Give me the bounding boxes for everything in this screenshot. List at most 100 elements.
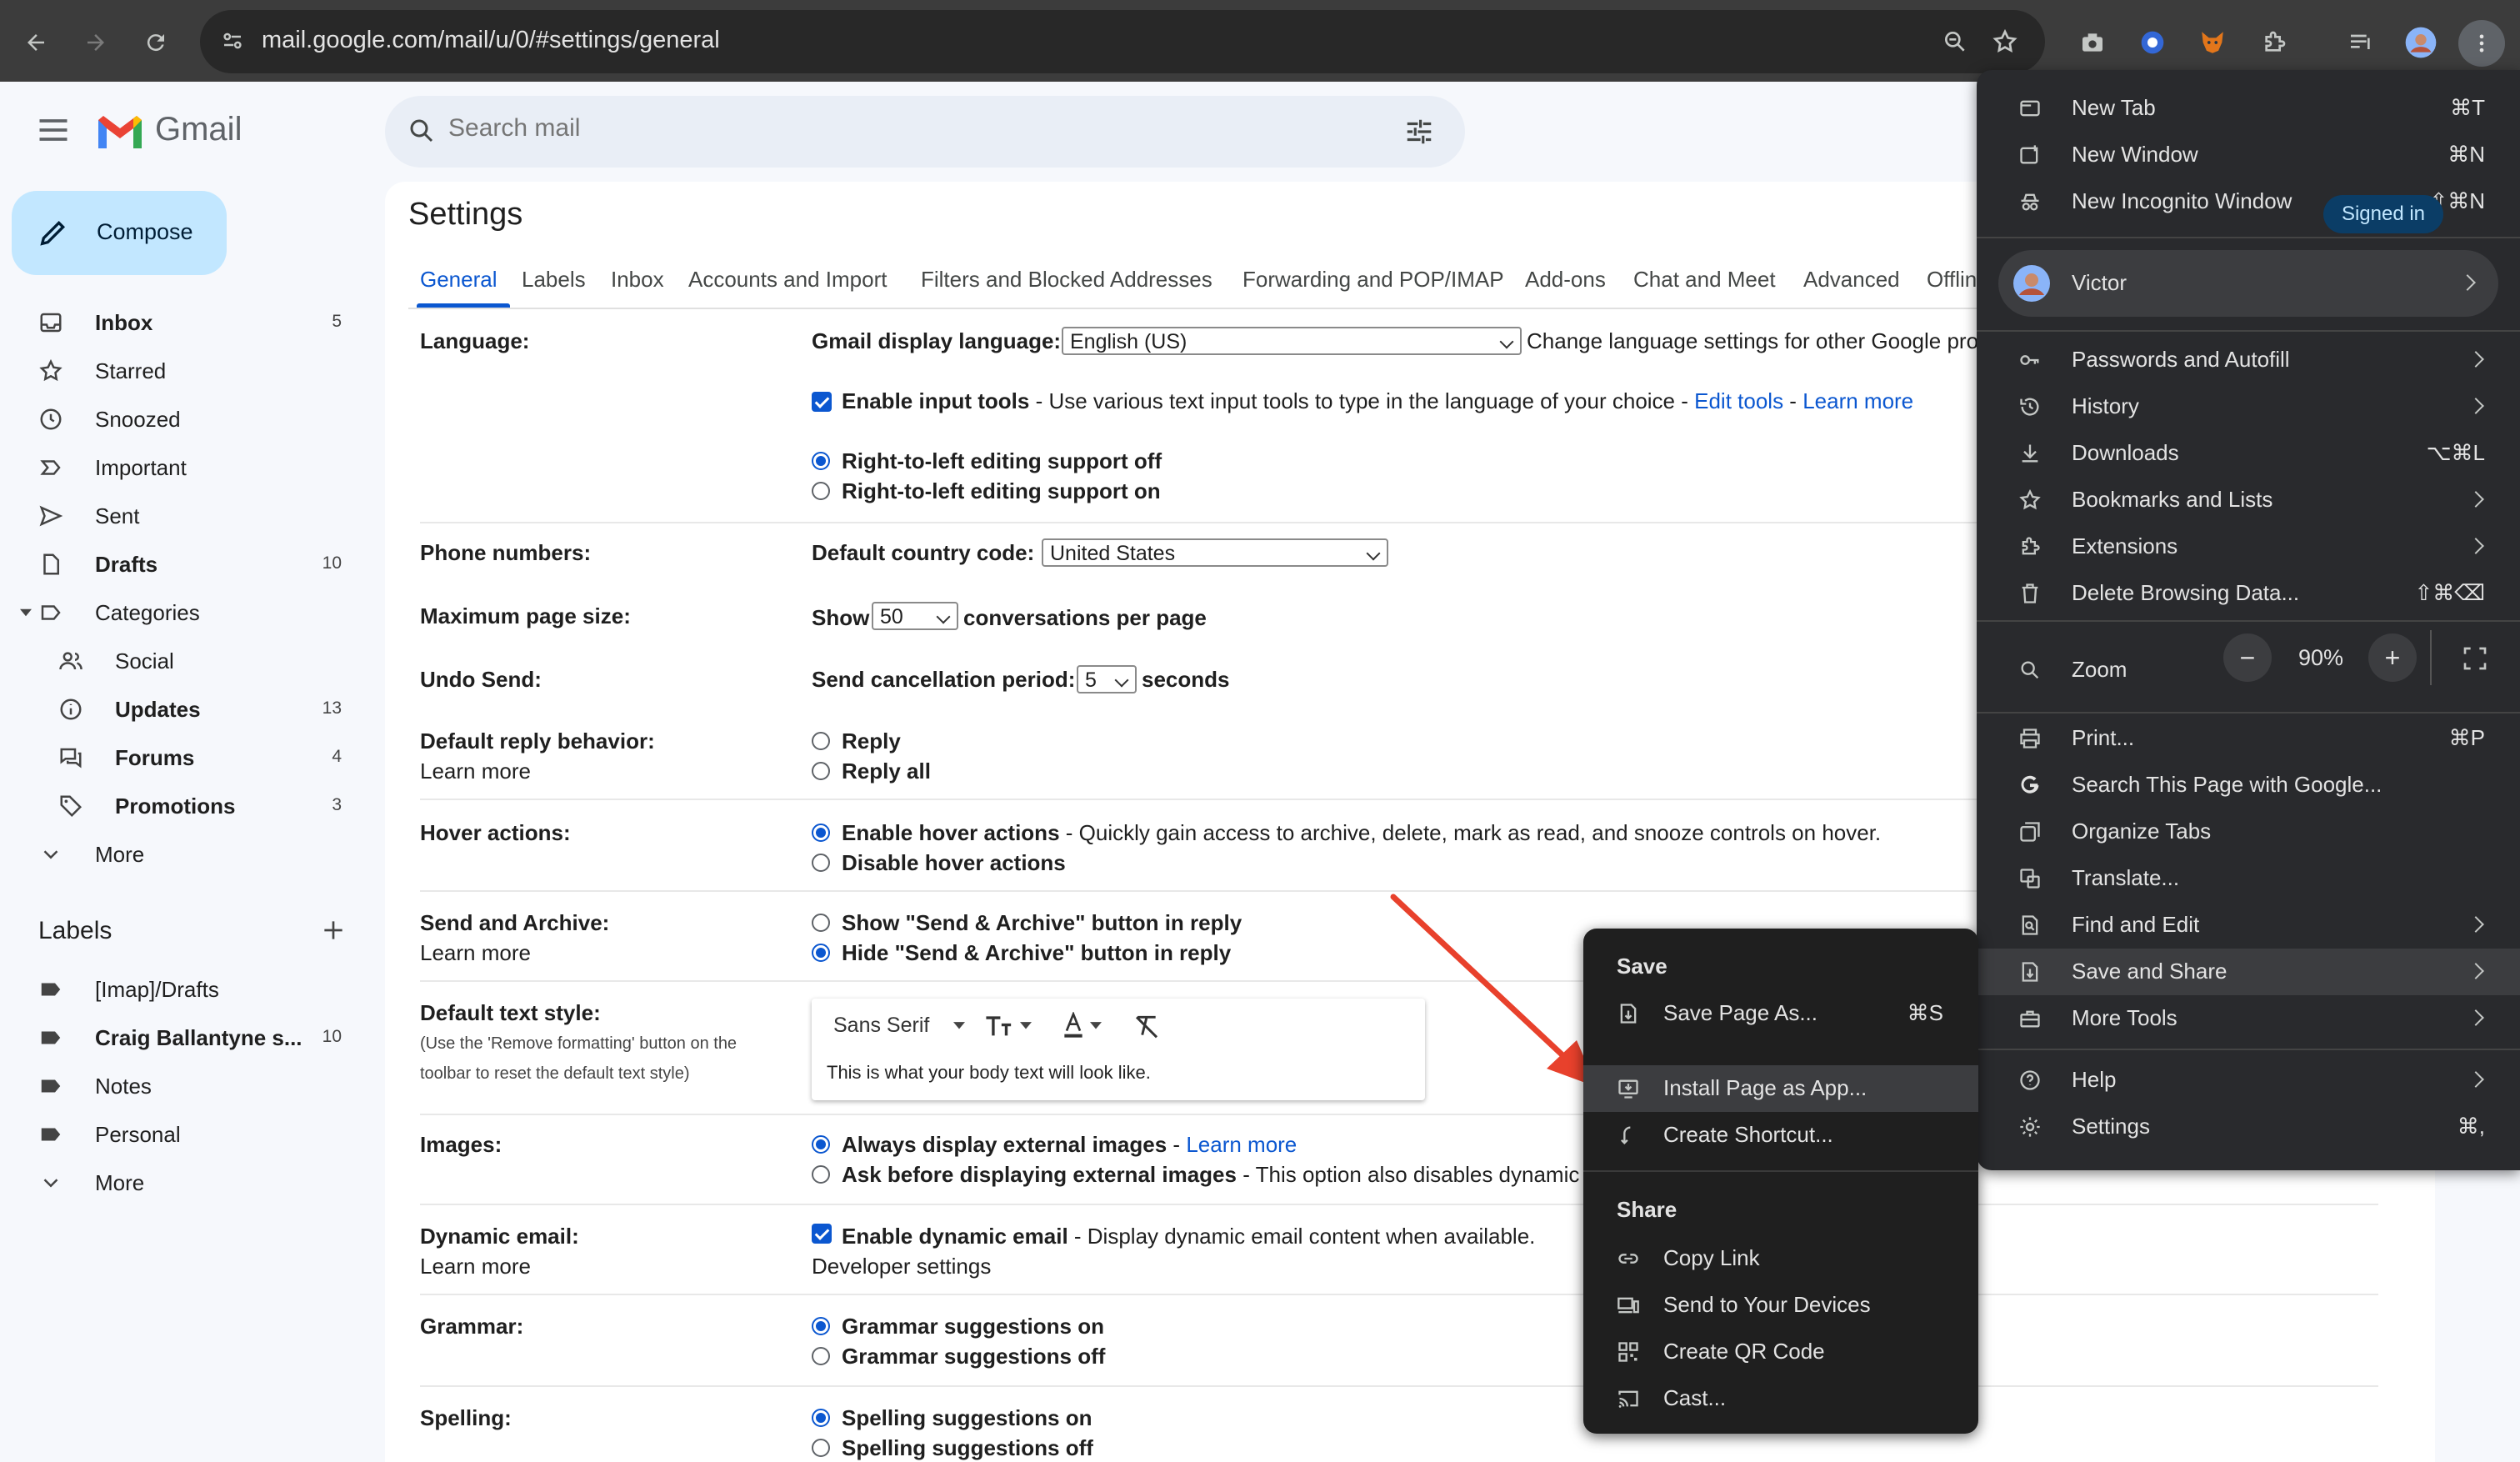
- spelling-off-radio[interactable]: [812, 1439, 830, 1457]
- menu-delete-data[interactable]: Delete Browsing Data... ⇧⌘⌫: [1977, 570, 2520, 617]
- menu-new-window[interactable]: New Window ⌘N: [1977, 132, 2520, 178]
- cancel-period-select[interactable]: 5: [1077, 665, 1137, 693]
- menu-bookmarks[interactable]: Bookmarks and Lists: [1977, 477, 2520, 523]
- developer-settings-link[interactable]: Developer settings: [812, 1254, 991, 1279]
- chrome-menu-kebab-icon[interactable]: [2458, 20, 2505, 67]
- menu-search-page[interactable]: Search This Page with Google...: [1977, 762, 2520, 809]
- rtl-off-radio[interactable]: [812, 452, 830, 470]
- caret-down-icon[interactable]: [953, 1022, 965, 1030]
- remove-formatting-icon[interactable]: [1133, 1014, 1160, 1039]
- input-tools-checkbox[interactable]: [812, 392, 832, 412]
- label-item[interactable]: Notes: [0, 1062, 367, 1109]
- reading-list-icon[interactable]: [2343, 25, 2378, 60]
- bookmark-star-icon[interactable]: [1992, 28, 2018, 55]
- reply-learn-more-link[interactable]: Learn more: [420, 759, 531, 784]
- main-menu-icon[interactable]: [35, 112, 72, 148]
- show-send-archive-radio[interactable]: [812, 914, 830, 932]
- font-size-icon[interactable]: [985, 1014, 1013, 1039]
- blue-circle-extension-icon[interactable]: [2135, 25, 2170, 60]
- tab-general[interactable]: General: [420, 267, 498, 293]
- menu-passwords[interactable]: Passwords and Autofill: [1977, 337, 2520, 383]
- search-options-icon[interactable]: [1403, 116, 1435, 148]
- learn-more-link[interactable]: Learn more: [1802, 388, 1913, 413]
- gmail-wordmark[interactable]: Gmail: [155, 111, 242, 148]
- menu-save-share[interactable]: Save and Share: [1977, 949, 2520, 995]
- caret-down-icon[interactable]: [20, 607, 32, 618]
- menu-help[interactable]: Help: [1977, 1057, 2520, 1104]
- nav-more[interactable]: More: [0, 830, 367, 877]
- menu-downloads[interactable]: Downloads ⌥⌘L: [1977, 430, 2520, 477]
- display-language-select[interactable]: English (US): [1062, 327, 1522, 355]
- compose-button[interactable]: Compose: [12, 191, 227, 275]
- hover-disable-radio[interactable]: [812, 854, 830, 872]
- submenu-qr-code[interactable]: Create QR Code: [1583, 1329, 1978, 1375]
- nav-inbox[interactable]: Inbox 5: [0, 298, 367, 345]
- gmail-logo-icon[interactable]: [95, 113, 145, 152]
- label-item[interactable]: Personal: [0, 1110, 367, 1157]
- tab-offline[interactable]: Offlin: [1927, 267, 1977, 293]
- nav-sent[interactable]: Sent: [0, 492, 367, 538]
- nav-social[interactable]: Social: [0, 637, 367, 683]
- nav-categories[interactable]: Categories: [0, 588, 367, 635]
- labels-more[interactable]: More: [0, 1159, 367, 1205]
- tab-labels[interactable]: Labels: [522, 267, 586, 293]
- menu-find-edit[interactable]: Find and Edit: [1977, 902, 2520, 949]
- hover-enable-radio[interactable]: [812, 824, 830, 842]
- submenu-install-app[interactable]: Install Page as App...: [1583, 1065, 1978, 1112]
- zoom-out-button[interactable]: −: [2223, 633, 2272, 682]
- tab-accounts[interactable]: Accounts and Import: [688, 267, 887, 293]
- fullscreen-icon[interactable]: [2462, 645, 2488, 672]
- menu-more-tools[interactable]: More Tools: [1977, 995, 2520, 1042]
- nav-starred[interactable]: Starred: [0, 347, 367, 393]
- menu-new-tab[interactable]: New Tab ⌘T: [1977, 85, 2520, 132]
- country-code-select[interactable]: United States: [1042, 538, 1388, 567]
- dynamic-email-checkbox[interactable]: [812, 1224, 832, 1244]
- tab-filters[interactable]: Filters and Blocked Addresses: [921, 267, 1212, 293]
- caret-down-icon[interactable]: [1020, 1022, 1032, 1030]
- fox-extension-icon[interactable]: [2195, 25, 2230, 60]
- camera-extension-icon[interactable]: [2075, 25, 2110, 60]
- menu-organize-tabs[interactable]: Organize Tabs: [1977, 809, 2520, 855]
- url-text[interactable]: mail.google.com/mail/u/0/#settings/gener…: [262, 27, 720, 54]
- tab-addons[interactable]: Add-ons: [1525, 267, 1606, 293]
- submenu-send-devices[interactable]: Send to Your Devices: [1583, 1282, 1978, 1329]
- zoom-indicator-icon[interactable]: [1942, 28, 1968, 55]
- change-language-link[interactable]: Change language settings for other Googl…: [1527, 328, 1977, 354]
- profile-avatar-icon[interactable]: [2403, 25, 2438, 60]
- dynamic-learn-more-link[interactable]: Learn more: [420, 1254, 531, 1279]
- font-family-select[interactable]: Sans Serif: [833, 1014, 929, 1038]
- submenu-copy-link[interactable]: Copy Link: [1583, 1235, 1978, 1282]
- reply-radio[interactable]: [812, 732, 830, 750]
- nav-important[interactable]: Important: [0, 443, 367, 490]
- search-icon[interactable]: [407, 116, 437, 146]
- tab-forwarding[interactable]: Forwarding and POP/IMAP: [1242, 267, 1504, 293]
- hide-send-archive-radio[interactable]: [812, 944, 830, 962]
- signed-in-badge[interactable]: Signed in: [2323, 195, 2443, 233]
- page-size-select[interactable]: 50: [872, 602, 958, 630]
- address-bar[interactable]: mail.google.com/mail/u/0/#settings/gener…: [200, 10, 2045, 73]
- forward-icon[interactable]: [75, 22, 117, 63]
- extensions-puzzle-icon[interactable]: [2257, 25, 2292, 60]
- label-item[interactable]: Craig Ballantyne s... 10: [0, 1014, 367, 1060]
- site-settings-icon[interactable]: [220, 28, 245, 53]
- images-learn-more-link[interactable]: Learn more: [1186, 1132, 1297, 1157]
- label-item[interactable]: [Imap]/Drafts: [0, 965, 367, 1012]
- menu-extensions[interactable]: Extensions: [1977, 523, 2520, 570]
- rtl-on-radio[interactable]: [812, 482, 830, 500]
- submenu-create-shortcut[interactable]: Create Shortcut...: [1583, 1112, 1978, 1159]
- menu-history[interactable]: History: [1977, 383, 2520, 430]
- grammar-off-radio[interactable]: [812, 1347, 830, 1365]
- reply-all-radio[interactable]: [812, 762, 830, 780]
- nav-snoozed[interactable]: Snoozed: [0, 395, 367, 442]
- text-color-icon[interactable]: [1062, 1012, 1085, 1039]
- nav-promotions[interactable]: Promotions 3: [0, 782, 367, 829]
- search-bar[interactable]: [385, 96, 1465, 168]
- send-archive-learn-more-link[interactable]: Learn more: [420, 940, 531, 966]
- menu-settings[interactable]: Settings ⌘,: [1977, 1104, 2520, 1150]
- caret-down-icon[interactable]: [1090, 1022, 1102, 1030]
- grammar-on-radio[interactable]: [812, 1317, 830, 1335]
- edit-tools-link[interactable]: Edit tools: [1694, 388, 1783, 413]
- menu-translate[interactable]: Translate...: [1977, 855, 2520, 902]
- nav-drafts[interactable]: Drafts 10: [0, 540, 367, 587]
- nav-forums[interactable]: Forums 4: [0, 734, 367, 780]
